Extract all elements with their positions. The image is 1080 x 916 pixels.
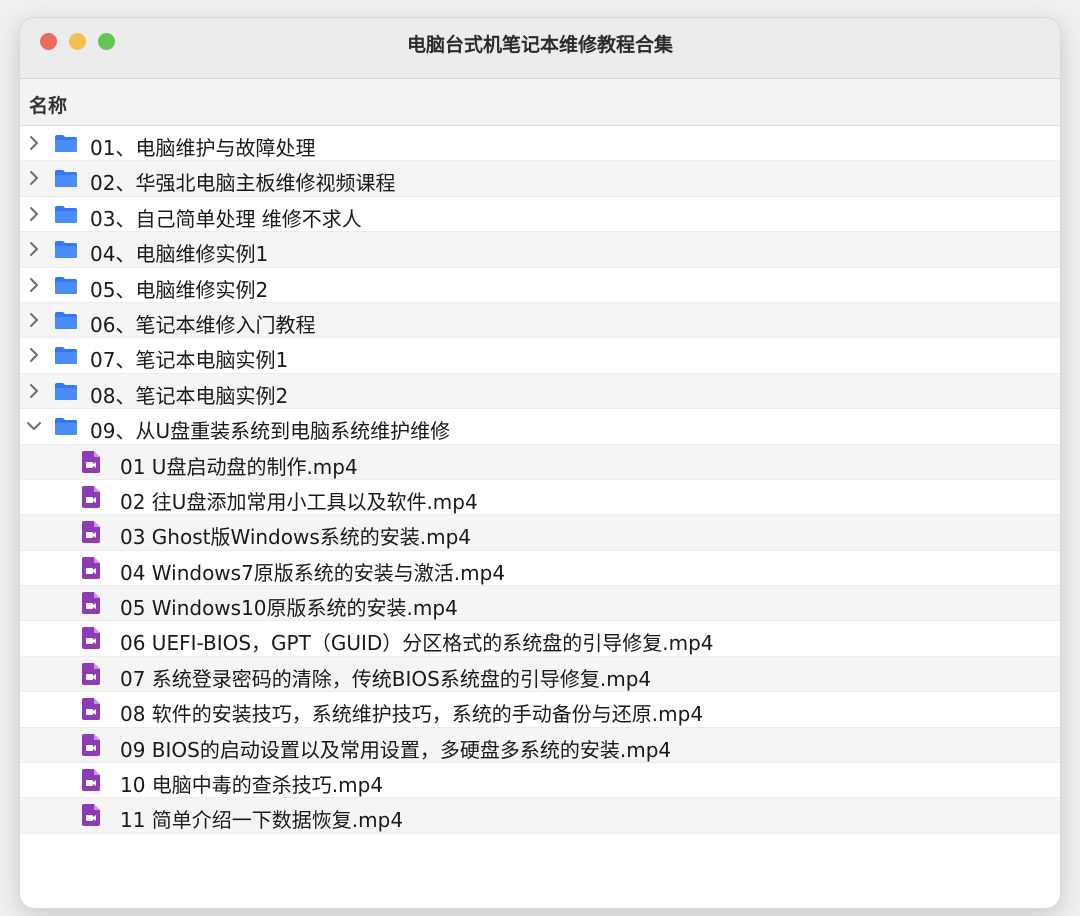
file-row[interactable]: 01 U盘启动盘的制作.mp4 [20,444,1060,480]
folder-row[interactable]: 04、电脑维修实例1 [20,232,1060,268]
chevron-right-icon[interactable] [26,135,42,151]
chevron-right-icon[interactable] [26,312,42,328]
name-column-header[interactable]: 名称 [29,91,67,118]
folder-icon [55,276,77,294]
chevron-right-icon[interactable] [26,170,42,186]
file-label: 02 往U盘添加常用小工具以及软件.mp4 [120,489,478,514]
chevron-right-icon[interactable] [26,383,42,399]
folder-label: 05、电脑维修实例2 [90,277,269,302]
folder-label: 07、笔记本电脑实例1 [90,348,289,373]
file-label: 01 U盘启动盘的制作.mp4 [120,454,358,479]
chevron-down-icon[interactable] [26,418,42,434]
file-label: 07 系统登录密码的清除，传统BIOS系统盘的引导修复.mp4 [120,666,652,691]
folder-row[interactable]: 05、电脑维修实例2 [20,268,1060,303]
video-file-icon [82,662,100,685]
folder-row[interactable]: 02、华强北电脑主板维修视频课程 [20,161,1060,197]
window-title: 电脑台式机笔记本维修教程合集 [406,34,673,56]
file-label: 08 软件的安装技巧，系统维护技巧，系统的手动备份与还原.mp4 [120,702,704,727]
folder-row[interactable]: 01、电脑维护与故障处理 [20,126,1060,162]
file-list: 01、电脑维护与故障处理 02、华强北电脑主板维修视频课程 03、自己简单处理 维修… [20,126,1060,834]
folder-icon [55,135,77,152]
folder-row[interactable]: 08、笔记本电脑实例2 [20,373,1060,410]
file-row[interactable]: 02 往U盘添加常用小工具以及软件.mp4 [20,480,1060,516]
video-file-icon [82,521,100,544]
file-row[interactable]: 04 Windows7原版系统的安装与激活.mp4 [20,551,1060,587]
folder-label: 09、从U盘重装系统到电脑系统维护维修 [90,419,451,444]
folder-icon [55,311,77,329]
file-label: 05 Windows10原版系统的安装.mp4 [120,596,458,621]
video-file-icon [82,450,100,473]
finder-window: 电脑台式机笔记本维修教程合集 名称 01、电脑维护与故障处理 02、华强北电脑主板… [20,18,1060,908]
folder-label: 03、自己简单处理 维修不求人 [90,206,362,231]
folder-label: 06、笔记本维修入门教程 [90,312,316,337]
video-file-icon [82,556,100,579]
file-label: 09 BIOS的启动设置以及常用设置，多硬盘多系统的安装.mp4 [120,737,672,762]
folder-row[interactable]: 03、自己简单处理 维修不求人 [20,197,1060,233]
folder-icon [55,347,77,365]
video-file-icon [82,485,100,508]
video-file-icon [82,804,100,827]
chevron-right-icon[interactable] [26,241,42,257]
file-row[interactable]: 11 简单介绍一下数据恢复.mp4 [20,798,1060,834]
video-file-icon [82,733,100,756]
chevron-right-icon[interactable] [26,347,42,363]
file-row[interactable]: 05 Windows10原版系统的安装.mp4 [20,586,1060,622]
file-label: 03 Ghost版Windows系统的安装.mp4 [120,525,472,550]
file-label: 10 电脑中毒的查杀技巧.mp4 [120,773,384,798]
file-row[interactable]: 08 软件的安装技巧，系统维护技巧，系统的手动备份与还原.mp4 [20,692,1060,728]
file-row[interactable]: 07 系统登录密码的清除，传统BIOS系统盘的引导修复.mp4 [20,656,1060,693]
file-label: 04 Windows7原版系统的安装与激活.mp4 [120,560,506,585]
folder-row[interactable]: 06、笔记本维修入门教程 [20,302,1060,339]
video-file-icon [82,769,100,792]
video-file-icon [82,698,100,721]
video-file-icon [82,627,100,650]
folder-label: 04、电脑维修实例1 [90,242,269,267]
file-row[interactable]: 03 Ghost版Windows系统的安装.mp4 [20,515,1060,551]
folder-icon [55,170,77,188]
file-row[interactable]: 06 UEFI-BIOS，GPT（GUID）分区格式的系统盘的引导修复.mp4 [20,621,1060,657]
folder-icon [55,382,77,400]
folder-row[interactable]: 07、笔记本电脑实例1 [20,338,1060,374]
chevron-right-icon[interactable] [26,206,42,222]
file-row[interactable]: 09 BIOS的启动设置以及常用设置，多硬盘多系统的安装.mp4 [20,727,1060,764]
folder-label: 08、笔记本电脑实例2 [90,383,289,408]
file-label: 11 简单介绍一下数据恢复.mp4 [120,808,404,833]
folder-label: 01、电脑维护与故障处理 [90,136,316,160]
video-file-icon [82,592,100,615]
chevron-right-icon[interactable] [26,277,42,293]
title-bar: 电脑台式机笔记本维修教程合集 [20,18,1060,79]
folder-icon [55,205,77,223]
file-label: 06 UEFI-BIOS，GPT（GUID）分区格式的系统盘的引导修复.mp4 [120,631,714,656]
file-row[interactable]: 10 电脑中毒的查杀技巧.mp4 [20,763,1060,799]
folder-icon [55,241,77,259]
folder-icon [55,418,77,436]
folder-row[interactable]: 09、从U盘重装系统到电脑系统维护维修 [20,409,1060,445]
column-header[interactable]: 名称 [20,79,1060,126]
folder-label: 02、华强北电脑主板维修视频课程 [90,171,396,196]
